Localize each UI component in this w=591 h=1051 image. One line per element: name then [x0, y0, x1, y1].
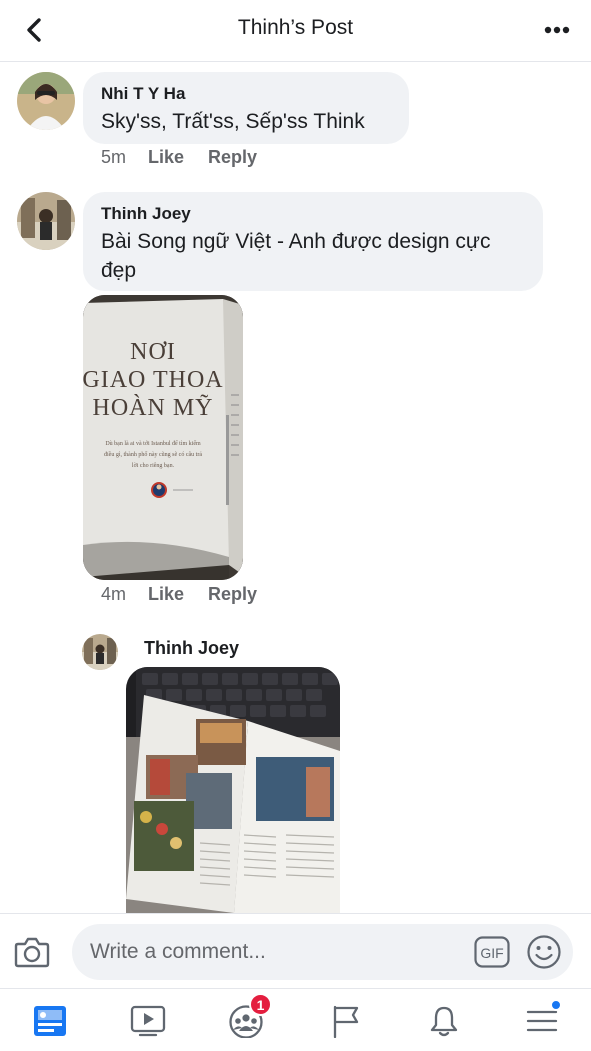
comment-timestamp: 4m: [101, 584, 127, 604]
like-button[interactable]: Like: [148, 147, 184, 168]
news-feed-icon: [34, 1006, 66, 1036]
comment-timestamp: 5m: [101, 147, 127, 167]
back-button[interactable]: [14, 12, 54, 48]
comment-text: Sky'ss, Trất'ss, Sếp'ss Think: [101, 110, 365, 133]
comment-author[interactable]: Thinh Joey: [101, 203, 525, 225]
avatar[interactable]: [17, 192, 75, 250]
reply-author[interactable]: Thinh Joey: [144, 638, 239, 659]
reply-photo[interactable]: [126, 667, 340, 913]
magazine-title: HOÀN MỸ: [93, 395, 214, 421]
tab-watch[interactable]: [126, 999, 170, 1043]
smiley-icon: [527, 935, 561, 969]
emoji-button[interactable]: [526, 934, 562, 970]
tab-pages[interactable]: [324, 999, 368, 1043]
tab-news-feed[interactable]: [28, 999, 72, 1043]
gif-label: GIF: [480, 945, 503, 961]
reply-button[interactable]: Reply: [208, 584, 257, 605]
magazine-body-text: lời cho riêng bạn.: [132, 463, 175, 469]
avatar[interactable]: [17, 72, 75, 130]
like-button[interactable]: Like: [148, 584, 184, 605]
tab-notifications[interactable]: [422, 999, 466, 1043]
magazine-title: NƠI: [130, 339, 176, 365]
tab-groups[interactable]: 1: [224, 993, 272, 1043]
gif-icon: GIF: [474, 936, 510, 968]
notification-badge: 1: [249, 993, 272, 1016]
comment-actions: 5m Like Reply: [101, 147, 281, 168]
comment-photo[interactable]: NƠI GIAO THOA HOÀN MỸ Dù bạn là ai và tớ…: [83, 295, 243, 580]
page-title: Thinh’s Post: [237, 16, 354, 39]
magazine-body-text: điều gì, thành phố này cũng sẽ có câu tr…: [104, 451, 202, 458]
comment-actions: 4m Like Reply: [101, 584, 281, 605]
top-bar: Thinh’s Post: [0, 0, 591, 62]
chevron-left-icon: [27, 18, 41, 42]
comments-list: Nhi T Y Ha Sky'ss, Trất'ss, Sếp'ss Think…: [0, 63, 591, 913]
reply-button[interactable]: Reply: [208, 147, 257, 168]
magazine-page-image: NƠI GIAO THOA HOÀN MỸ Dù bạn là ai và tớ…: [83, 295, 243, 580]
tab-menu[interactable]: [520, 999, 564, 1043]
comment-text-line: đẹp: [101, 259, 137, 282]
magazine-body-text: Dù bạn là ai và tới Istanbul để tìm kiếm: [105, 440, 201, 447]
magazine-title: GIAO THOA: [83, 367, 224, 393]
new-indicator-dot: [550, 999, 562, 1011]
comment-bubble[interactable]: Thinh Joey Bài Song ngữ Việt - Anh được …: [83, 192, 543, 291]
magazine-spread-image: [126, 667, 340, 913]
more-options-button[interactable]: [537, 12, 577, 48]
bell-icon: [430, 1006, 458, 1037]
camera-icon: [14, 937, 50, 968]
flag-icon: [333, 1005, 359, 1038]
camera-button[interactable]: [12, 932, 52, 972]
bottom-tab-bar: 1: [0, 988, 591, 1051]
comment-composer: GIF: [0, 913, 591, 988]
more-horizontal-icon: [544, 26, 570, 34]
comment-text: Bài Song ngữ Việt - Anh được design cực …: [101, 227, 525, 285]
gif-button[interactable]: GIF: [474, 936, 510, 968]
comment-author[interactable]: Nhi T Y Ha: [101, 83, 391, 105]
comment-bubble[interactable]: Nhi T Y Ha Sky'ss, Trất'ss, Sếp'ss Think: [83, 72, 409, 144]
avatar[interactable]: [82, 634, 118, 670]
comment-text-line: Bài Song ngữ Việt - Anh được design cực: [101, 230, 491, 253]
video-play-icon: [130, 1005, 166, 1037]
